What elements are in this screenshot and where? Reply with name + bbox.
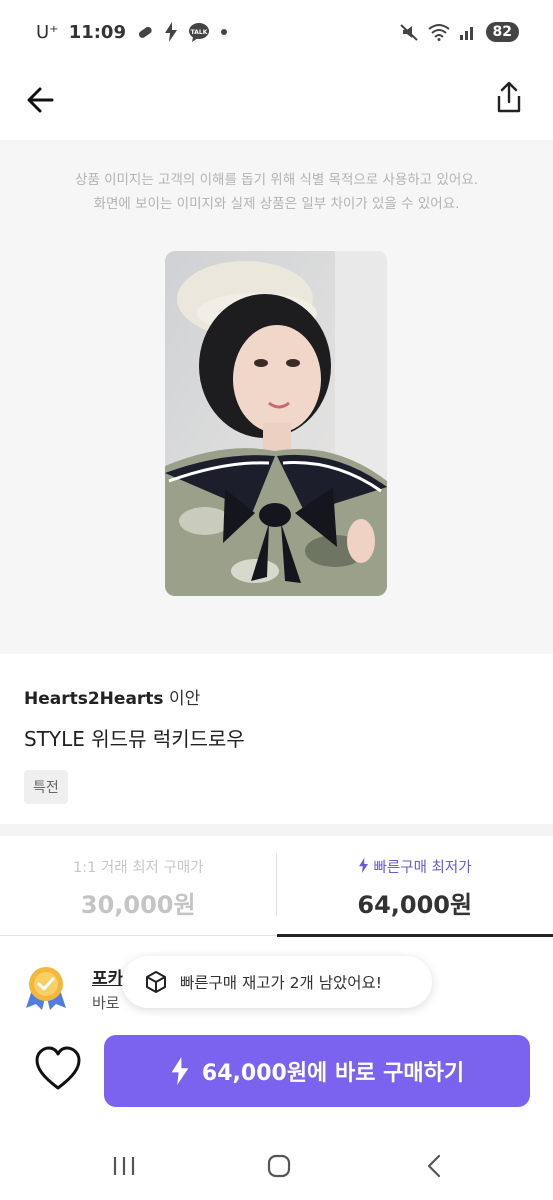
product-title: STYLE 위드뮤 럭키드로우	[24, 727, 245, 751]
status-left: U⁺ 11:09 TALK	[36, 22, 228, 43]
bolt-icon	[171, 1057, 189, 1085]
share-icon	[497, 81, 521, 113]
wifi-icon	[427, 24, 450, 41]
home-icon[interactable]	[266, 1153, 292, 1179]
android-nav-bar	[0, 1136, 553, 1200]
signal-icon	[459, 27, 473, 40]
heart-icon	[35, 1046, 81, 1090]
image-notice: 상품 이미지는 고객의 이해를 돕기 위해 식별 목적으로 사용하고 있어요. …	[0, 168, 553, 216]
price-tabs: 1:1 거래 최저 구매가 30,000원 빠른구매 최저가 64,000원	[0, 836, 553, 937]
artist-line: Hearts2Hearts 이안	[24, 684, 529, 709]
tab-price: 30,000원	[80, 891, 196, 919]
product-photo[interactable]	[165, 251, 387, 596]
like-button[interactable]	[34, 1046, 82, 1092]
stock-toast: 빠른구매 재고가 2개 남았어요!	[122, 956, 432, 1008]
image-notice-line2: 화면에 보이는 이미지와 실제 상품은 일부 차이가 있을 수 있어요.	[93, 196, 460, 212]
svg-text:TALK: TALK	[191, 29, 208, 36]
section-divider	[0, 824, 553, 836]
product-info: Hearts2Hearts 이안 STYLE 위드뮤 럭키드로우 특전	[0, 654, 553, 824]
artist-brand[interactable]: Hearts2Hearts	[24, 689, 164, 709]
tab-label: 빠른구매 최저가	[277, 856, 553, 877]
medal-icon	[26, 967, 66, 1010]
product-image-area: 상품 이미지는 고객의 이해를 돕기 위해 식별 목적으로 사용하고 있어요. …	[0, 140, 553, 654]
clock: 11:09	[68, 21, 126, 43]
pill-icon	[138, 26, 152, 38]
back-arrow-icon	[27, 87, 54, 113]
seller-name[interactable]: 포카	[92, 964, 123, 989]
carrier-label: U⁺	[36, 21, 59, 43]
toast-text: 빠른구매 재고가 2개 남았어요!	[180, 974, 382, 992]
seller-description: 바로	[92, 994, 120, 1012]
tab-quick-buy-price[interactable]: 빠른구매 최저가 64,000원	[276, 836, 553, 937]
tab-price: 64,000원	[357, 891, 473, 919]
tab-label: 1:1 거래 최저 구매가	[72, 860, 204, 876]
tab-direct-trade-price[interactable]: 1:1 거래 최저 구매가 30,000원	[0, 836, 277, 935]
recents-icon[interactable]	[111, 1153, 137, 1179]
photocard-image	[165, 251, 387, 596]
back-button[interactable]	[22, 80, 62, 120]
quick-buy-label: 64,000원에 바로 구매하기	[201, 1061, 465, 1086]
status-bar: U⁺ 11:09 TALK 82	[0, 0, 553, 64]
benefit-tag: 특전	[24, 770, 68, 804]
artist-member: 이안	[168, 689, 201, 709]
dot-icon	[220, 29, 227, 35]
mute-icon	[399, 24, 418, 41]
quick-buy-button[interactable]: 64,000원에 바로 구매하기	[104, 1035, 530, 1107]
battery-badge: 82	[485, 22, 519, 42]
box-icon	[146, 971, 166, 993]
app-header	[0, 64, 553, 140]
bolt-icon	[164, 22, 177, 42]
status-right: 82	[399, 22, 519, 42]
nav-back-icon[interactable]	[424, 1153, 444, 1179]
bolt-icon	[358, 858, 368, 873]
share-button[interactable]	[489, 78, 529, 118]
talk-icon: TALK	[188, 23, 209, 42]
tab-label-text: 빠른구매 최저가	[373, 860, 472, 876]
image-notice-line1: 상품 이미지는 고객의 이해를 돕기 위해 식별 목적으로 사용하고 있어요.	[74, 172, 479, 188]
